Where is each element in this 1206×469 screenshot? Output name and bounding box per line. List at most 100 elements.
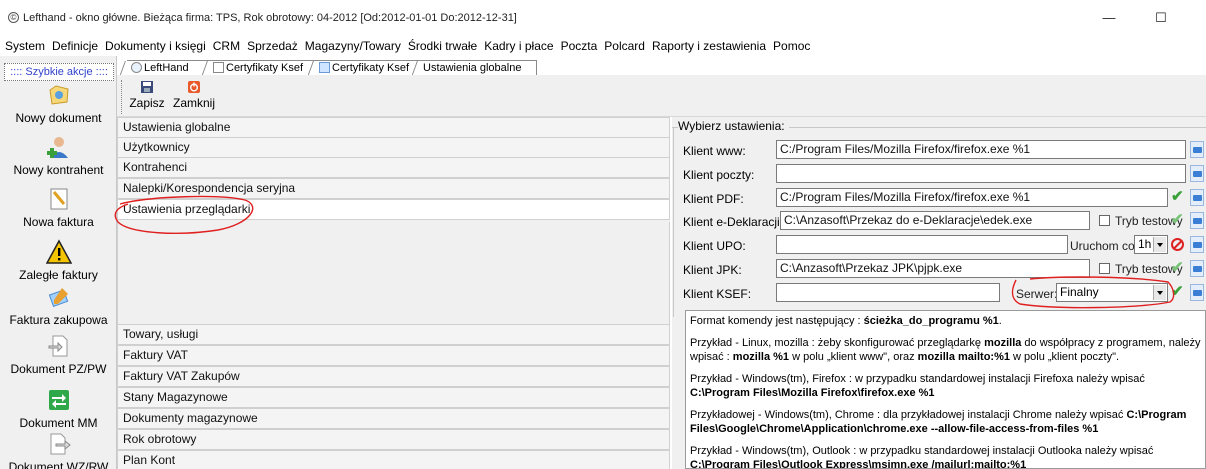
document-icon (213, 62, 224, 73)
browse-folder-icon[interactable] (1190, 189, 1204, 206)
chevron-down-icon[interactable] (1153, 237, 1166, 252)
browse-folder-icon[interactable] (1190, 165, 1204, 182)
sidebar-item-label: Nowa faktura (23, 215, 94, 229)
klient-www-input[interactable]: C:/Program Files/Mozilla Firefox/firefox… (776, 140, 1186, 159)
klient-ksef-input[interactable] (776, 283, 1000, 302)
document-icon (319, 62, 330, 73)
checkmark-icon[interactable]: ✔ (1171, 212, 1185, 227)
maximize-button[interactable]: ☐ (1146, 8, 1176, 28)
settings-list: Ustawienia globalne Użytkownicy Kontrahe… (117, 117, 670, 469)
tab-label: Certyfikaty Ksef (332, 62, 410, 74)
power-off-icon (188, 81, 200, 93)
close-button[interactable]: Zamknij (169, 78, 219, 114)
menu-bar: System Definicje Dokumenty i księgi CRM Sprz… (0, 36, 1206, 56)
floppy-disk-icon (141, 81, 153, 93)
save-button[interactable]: Zapisz (127, 78, 167, 114)
new-invoice-icon (50, 188, 67, 210)
menu-polcard[interactable]: Polcard (599, 36, 647, 53)
tab-label: Certyfikaty Ksef (226, 62, 304, 74)
klient-jpk-input[interactable]: C:\Anzasoft\Przekaz JPK\pjpk.exe (776, 259, 1090, 278)
sidebar-item-purchase-invoice[interactable]: Faktura zakupowa (0, 284, 117, 327)
klient-poczty-input[interactable] (776, 164, 1186, 183)
menu-raporty[interactable]: Raporty i zestawienia (647, 36, 768, 53)
new-contractor-icon (46, 137, 68, 158)
sidebar-item-document-wz[interactable]: Dokument WZ/RW (0, 431, 117, 469)
sidebar-item-new-document[interactable]: Nowy dokument (0, 82, 117, 125)
sidebar-item-document-mm[interactable]: Dokument MM (0, 387, 117, 430)
tab-ustawienia-globalne[interactable]: Ustawienia globalne (411, 60, 537, 77)
uruchom-co-label: Uruchom co: (1070, 239, 1139, 253)
chevron-down-icon[interactable] (1153, 285, 1166, 300)
toolbar-grip[interactable] (121, 80, 123, 114)
list-item-ustawienia-przegladarki[interactable]: Ustawienia przeglądarki (117, 199, 670, 220)
menu-crm[interactable]: CRM (208, 36, 242, 53)
list-item-faktury-vat[interactable]: Faktury VAT (117, 345, 670, 366)
tab-certyfikaty-ksef-2[interactable]: Certyfikaty Ksef (307, 60, 423, 77)
list-item-uzytkownicy[interactable]: Użytkownicy (117, 137, 670, 158)
list-item-faktury-vat-zakupow[interactable]: Faktury VAT Zakupów (117, 366, 670, 387)
klient-pdf-input[interactable]: C:/Program Files/Mozilla Firefox/firefox… (776, 188, 1168, 207)
document-pz-icon (48, 335, 67, 357)
menu-system[interactable]: System (0, 36, 47, 53)
quick-actions-sidebar: :::: Szybkie akcje :::: Nowy dokument No… (0, 56, 117, 469)
menu-dokumenty[interactable]: Dokumenty i księgi (100, 36, 208, 53)
klient-upo-input[interactable] (776, 235, 1068, 254)
close-label: Zamknij (172, 96, 215, 110)
menu-definicje[interactable]: Definicje (47, 36, 100, 53)
browse-folder-icon[interactable] (1190, 141, 1204, 158)
document-mm-icon (48, 390, 69, 410)
tryb-testowy-checkbox[interactable] (1099, 215, 1110, 226)
group-title: Wybierz ustawienia: (678, 119, 789, 133)
help-paragraph: Format komendy jest następujący : ścieżk… (690, 315, 1002, 327)
list-item-dokumenty-magazynowe[interactable]: Dokumenty magazynowe (117, 408, 670, 429)
klient-edeklaracji-input[interactable]: C:\Anzasoft\Przekaz do e-Deklaracje\edek… (780, 211, 1090, 230)
list-item-ustawienia-globalne[interactable]: Ustawienia globalne (117, 117, 670, 138)
save-label: Zapisz (129, 96, 165, 110)
browse-folder-icon[interactable] (1190, 212, 1204, 229)
menu-magazyny[interactable]: Magazyny/Towary (300, 36, 403, 53)
menu-sprzedaz[interactable]: Sprzedaż (242, 36, 300, 53)
list-item-kontrahenci[interactable]: Kontrahenci (117, 157, 670, 178)
sidebar-item-label: Nowy kontrahent (13, 163, 104, 177)
stop-icon[interactable] (1171, 238, 1184, 251)
checkmark-icon[interactable]: ✔ (1171, 260, 1185, 275)
list-item-plan-kont[interactable]: Plan Kont (117, 450, 670, 469)
sidebar-item-overdue-invoices[interactable]: Zaległe faktury (0, 239, 117, 282)
list-item-nalepki[interactable]: Nalepki/Korespondencja seryjna (117, 178, 670, 199)
browse-folder-icon[interactable] (1190, 284, 1204, 301)
warning-icon (45, 239, 72, 264)
sidebar-item-new-contractor[interactable]: Nowy kontrahent (0, 134, 117, 177)
list-item-rok-obrotowy[interactable]: Rok obrotowy (117, 429, 670, 450)
list-item-towary-uslugi[interactable]: Towary, usługi (117, 324, 670, 345)
klient-ksef-label: Klient KSEF: (683, 287, 752, 301)
checkmark-icon[interactable]: ✔ (1171, 284, 1185, 299)
menu-pomoc[interactable]: Pomoc (768, 36, 812, 53)
new-document-icon (48, 85, 69, 105)
list-item-stany-magazynowe[interactable]: Stany Magazynowe (117, 387, 670, 408)
document-wz-icon (50, 433, 71, 455)
serwer-select[interactable]: Finalny (1056, 283, 1168, 302)
tab-strip: LeftHand Certyfikaty Ksef Certyfikaty Ks… (117, 58, 1206, 77)
sidebar-item-label: Dokument WZ/RW (8, 460, 109, 469)
sidebar-item-new-invoice[interactable]: Nowa faktura (0, 186, 117, 229)
menu-poczta[interactable]: Poczta (556, 36, 600, 53)
tab-lefthand[interactable]: LeftHand (119, 60, 211, 77)
app-icon: © (8, 12, 19, 23)
tryb-testowy-checkbox[interactable] (1099, 263, 1110, 274)
menu-kadry[interactable]: Kadry i płace (479, 36, 555, 53)
minimize-button[interactable]: — (1094, 8, 1124, 28)
uruchom-co-select[interactable]: 1h (1134, 235, 1168, 254)
browse-folder-icon[interactable] (1190, 236, 1204, 253)
sidebar-item-label: Dokument MM (19, 416, 98, 430)
checkmark-icon[interactable]: ✔ (1171, 189, 1185, 204)
help-paragraph: Przykład - Linux, mozilla : żeby skonfig… (690, 337, 1201, 363)
window-title: Lefthand - okno główne. Bieżąca firma: T… (23, 12, 517, 24)
klient-jpk-label: Klient JPK: (683, 263, 742, 277)
tab-certyfikaty-ksef-1[interactable]: Certyfikaty Ksef (201, 60, 317, 77)
browse-folder-icon[interactable] (1190, 260, 1204, 277)
quick-actions-header: :::: Szybkie akcje :::: (4, 63, 114, 81)
sidebar-item-document-pz[interactable]: Dokument PZ/PW (0, 333, 117, 376)
settings-panel: Wybierz ustawienia: Klient www: C:/Progr… (672, 117, 1206, 469)
menu-srodki-trwale[interactable]: Środki trwałe (403, 36, 479, 53)
sidebar-item-label: Nowy dokument (15, 111, 102, 125)
